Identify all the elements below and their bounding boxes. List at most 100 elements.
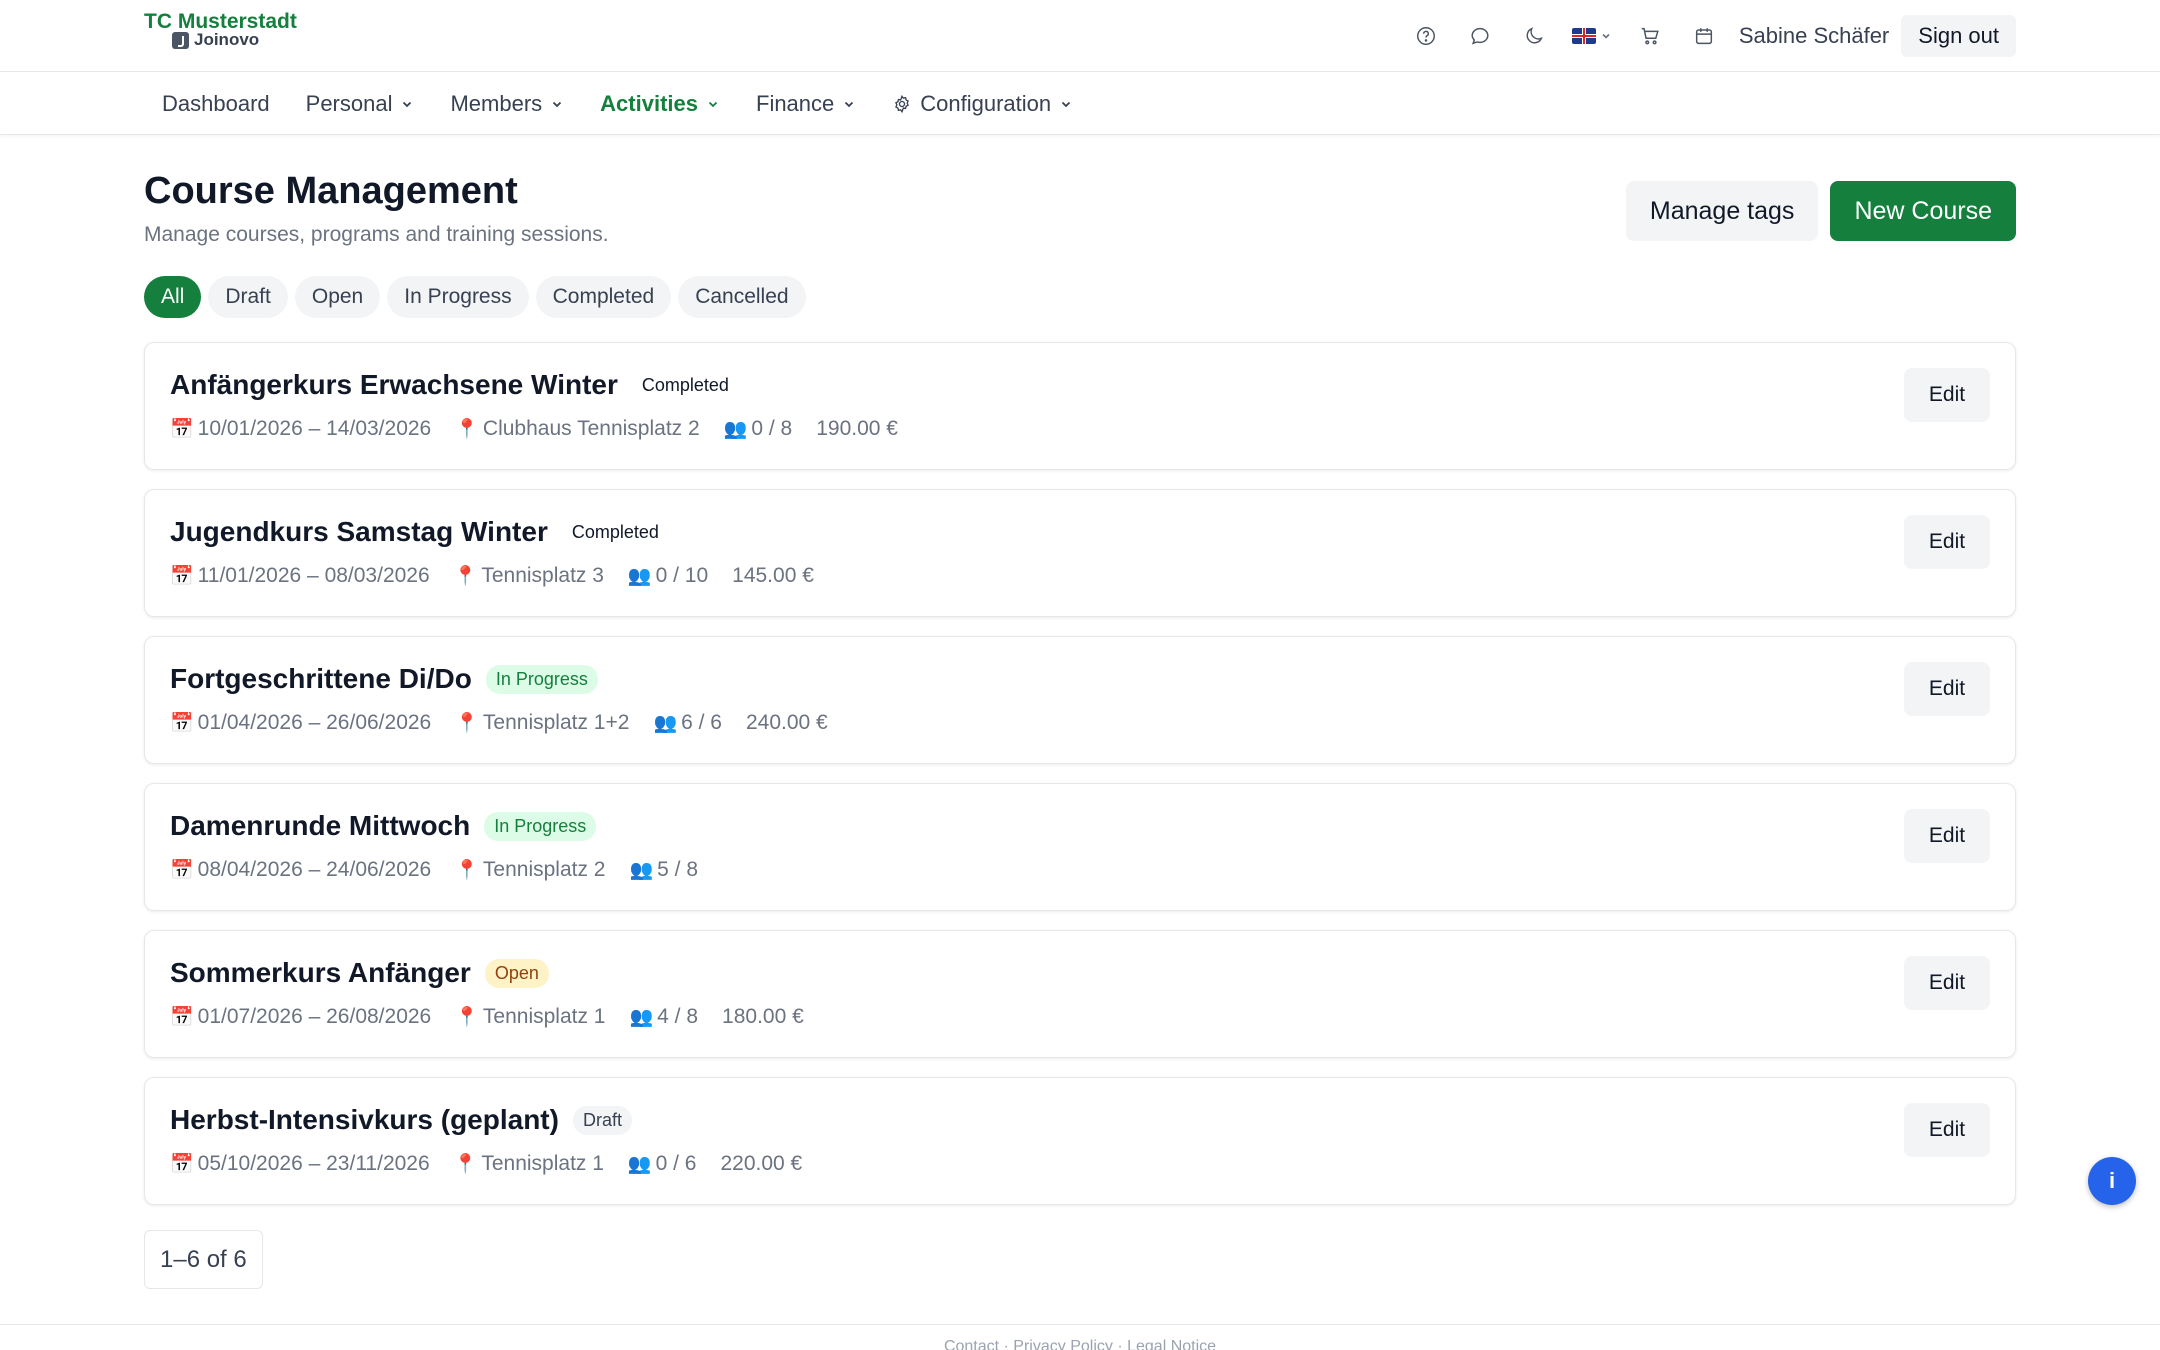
help-circle-icon [1416,27,1435,45]
nav-item-configuration[interactable]: Configuration [874,82,1091,126]
cart-icon [1641,27,1659,45]
page-subtitle: Manage courses, programs and training se… [144,223,609,246]
edit-button[interactable]: Edit [1904,809,1990,863]
brand-sub-label: Joinovo [194,30,260,49]
location-pin-icon: 📍 [455,860,479,881]
nav-item-label: Dashboard [162,90,270,116]
user-name[interactable]: Sabine Schäfer [1739,23,1889,49]
edit-button[interactable]: Edit [1904,515,1990,569]
edit-button[interactable]: Edit [1904,662,1990,716]
manage-tags-button[interactable]: Manage tags [1625,181,1819,241]
course-participants: 0 / 6 [655,1152,697,1175]
course-name[interactable]: Sommerkurs Anfänger [170,957,471,989]
calendar-icon: 📅 [170,566,194,587]
edit-button[interactable]: Edit [1904,1103,1990,1157]
participants-icon: 👥 [627,566,652,587]
course-price: 240.00 € [745,711,828,734]
cart-button[interactable] [1623,14,1677,58]
participants-icon: 👥 [723,419,748,440]
status-badge: In Progress [485,664,598,694]
chat-button[interactable] [1453,14,1507,58]
header-actions: Manage tags New Course [1625,181,2016,241]
course-location: Tennisplatz 2 [482,858,606,881]
footer-divider [0,1324,2160,1325]
calendar-icon: 📅 [170,1007,194,1028]
course-dates: 01/04/2026 – 26/06/2026 [197,711,432,734]
filter-completed[interactable]: Completed [535,276,672,318]
main-nav: Dashboard Personal Members Activities Fi… [0,72,2160,135]
info-button[interactable]: i [2088,1157,2136,1205]
course-price: 220.00 € [720,1152,803,1175]
course-dates: 11/01/2026 – 08/03/2026 [197,564,430,587]
help-button[interactable] [1399,14,1453,58]
chevron-down-icon [845,101,854,107]
course-price: 190.00 € [816,417,898,440]
nav-item-finance[interactable]: Finance [738,82,874,126]
filter-draft[interactable]: Draft [208,276,288,318]
footer-links[interactable]: Contact · Privacy Policy · Legal Notice [0,1338,2160,1350]
course-card: Anfängerkurs Erwachsene Winter Completed… [144,342,2016,470]
course-name[interactable]: Jugendkurs Samstag Winter [170,516,548,548]
location-pin-icon: 📍 [453,566,478,587]
course-card: Jugendkurs Samstag Winter Completed 📅 11/… [144,489,2016,617]
edit-button[interactable]: Edit [1904,956,1990,1010]
calendar-icon: 📅 [170,860,194,881]
chevron-down-icon [553,101,562,107]
course-card: Herbst-Intensivkurs (geplant) Draft 📅 05/… [144,1077,2016,1205]
chevron-down-icon [1062,101,1071,107]
course-dates: 05/10/2026 – 23/11/2026 [197,1152,430,1175]
chevron-down-icon [708,101,718,107]
location-pin-icon: 📍 [455,419,479,440]
filter-cancelled[interactable]: Cancelled [678,276,806,318]
course-price: 145.00 € [732,564,814,587]
new-course-button[interactable]: New Course [1830,181,2016,241]
status-badge: Completed [561,517,669,547]
course-name[interactable]: Damenrunde Mittwoch [170,810,470,842]
top-bar: TC Musterstadt Joinovo Sabine Schäfer Si… [0,0,2160,72]
nav-item-label: Configuration [920,90,1052,116]
nav-item-members[interactable]: Members [432,82,582,126]
status-badge: Completed [631,370,739,400]
participants-icon: 👥 [629,1007,654,1028]
course-card: Sommerkurs Anfänger Open 📅 01/07/2026 – 2… [144,930,2016,1058]
course-participants: 6 / 6 [681,711,722,734]
nav-item-activities[interactable]: Activities [582,82,738,126]
page-title: Course Management [144,170,518,212]
course-dates: 10/01/2026 – 14/03/2026 [197,417,432,440]
sign-out-button[interactable]: Sign out [1901,15,2016,57]
course-name[interactable]: Fortgeschrittene Di/Do [170,663,472,695]
nav-item-dashboard[interactable]: Dashboard [144,82,288,126]
calendar-icon: 📅 [170,419,194,440]
filter-in-progress[interactable]: In Progress [387,276,529,318]
participants-icon: 👥 [653,713,678,734]
status-badge: Open [484,958,549,988]
uk-flag-icon [1571,28,1596,44]
location-pin-icon: 📍 [453,1154,478,1175]
joinovo-logo-icon [172,31,189,49]
gear-icon [895,94,910,113]
edit-button[interactable]: Edit [1904,368,1990,422]
status-badge: Draft [572,1105,632,1135]
chevron-down-icon [1602,33,1610,39]
course-name[interactable]: Anfängerkurs Erwachsene Winter [170,369,618,401]
calendar-icon: 📅 [170,1154,194,1175]
nav-item-personal[interactable]: Personal [288,82,433,126]
course-location: Tennisplatz 3 [481,564,604,587]
nav-item-label: Activities [600,90,698,116]
theme-toggle-button[interactable] [1507,14,1561,58]
course-dates: 01/07/2026 – 26/08/2026 [197,1005,432,1028]
nav-item-label: Members [450,90,543,116]
filter-open[interactable]: Open [294,276,381,318]
course-dates: 08/04/2026 – 24/06/2026 [197,858,432,881]
calendar-icon [1695,28,1712,45]
course-name[interactable]: Herbst-Intensivkurs (geplant) [170,1104,559,1136]
language-selector[interactable] [1561,14,1623,58]
course-location: Tennisplatz 1+2 [482,711,630,734]
filter-all[interactable]: All [144,276,202,318]
location-pin-icon: 📍 [455,1007,479,1028]
course-participants: 0 / 8 [751,417,793,440]
chat-bubble-icon [1471,27,1489,45]
pagination-summary: 1–6 of 6 [144,1230,263,1289]
participants-icon: 👥 [627,1154,652,1175]
calendar-button[interactable] [1677,14,1731,58]
